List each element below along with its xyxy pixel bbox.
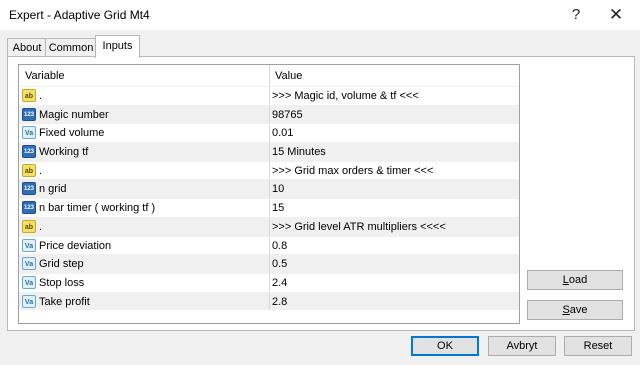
double-param-icon: Va — [22, 294, 36, 308]
table-row[interactable]: Va Price deviation 0.8 — [19, 235, 519, 255]
variable-cell: Magic number — [39, 108, 109, 121]
integer-param-icon: 123 — [22, 201, 36, 215]
header-value[interactable]: Value — [275, 70, 302, 82]
inputs-grid: Variable Value ab. >>> Magic id, volume &… — [18, 64, 520, 324]
save-label: ave — [569, 304, 588, 316]
text-param-icon: ab — [22, 219, 36, 233]
value-cell[interactable]: 0.01 — [272, 127, 293, 139]
column-divider — [269, 217, 270, 236]
value-cell[interactable]: 2.8 — [272, 296, 287, 308]
variable-cell: Take profit — [39, 295, 90, 308]
integer-param-icon: 123 — [22, 182, 36, 196]
column-divider — [269, 143, 270, 161]
column-divider[interactable] — [269, 65, 270, 86]
variable-cell: . — [39, 164, 43, 177]
table-row[interactable]: 123 n bar timer ( working tf ) 15 — [19, 198, 519, 217]
variable-cell: n bar timer ( working tf ) — [39, 202, 156, 215]
table-row[interactable]: Va Stop loss 2.4 — [19, 272, 519, 292]
double-param-icon: Va — [22, 238, 36, 252]
value-cell[interactable]: >>> Magic id, volume & tf <<< — [272, 90, 419, 102]
table-row[interactable]: Va Take profit 2.8 — [19, 291, 519, 311]
double-param-icon: Va — [22, 275, 36, 289]
value-cell[interactable]: >>> Grid level ATR multipliers <<<< — [272, 221, 446, 233]
value-cell[interactable]: 15 — [272, 202, 284, 214]
column-divider — [269, 292, 270, 311]
table-row[interactable]: Va Fixed volume 0.01 — [19, 123, 519, 143]
window-title: Expert - Adaptive Grid Mt4 — [9, 8, 150, 22]
title-bar: Expert - Adaptive Grid Mt4 ? ✕ — [0, 0, 640, 30]
text-param-icon: ab — [22, 89, 36, 102]
column-divider — [269, 236, 270, 255]
table-row[interactable]: ab. >>> Grid max orders & timer <<< — [19, 160, 519, 180]
value-cell[interactable]: 15 Minutes — [272, 146, 326, 158]
integer-param-icon: 123 — [22, 145, 36, 159]
variable-cell: Working tf — [39, 146, 89, 159]
column-divider — [269, 161, 270, 180]
reset-button[interactable]: Reset — [564, 336, 632, 356]
header-variable[interactable]: Variable — [25, 70, 65, 82]
variable-cell: Stop loss — [39, 276, 85, 289]
double-param-icon: Va — [22, 126, 36, 140]
value-cell[interactable]: 98765 — [272, 109, 303, 121]
variable-cell: . — [39, 90, 43, 102]
table-row[interactable]: 123 n grid 10 — [19, 179, 519, 199]
value-cell[interactable]: >>> Grid max orders & timer <<< — [272, 165, 433, 177]
save-mnemonic: S — [562, 304, 570, 316]
value-cell[interactable]: 10 — [272, 183, 284, 195]
help-button[interactable]: ? — [556, 0, 596, 30]
column-divider — [269, 180, 270, 199]
load-button[interactable]: Load — [527, 270, 623, 290]
grid-header: Variable Value — [19, 65, 519, 86]
tab-about[interactable]: About — [7, 38, 47, 58]
variable-cell: n grid — [39, 183, 67, 196]
save-button[interactable]: Save — [527, 300, 623, 320]
text-param-icon: ab — [22, 163, 36, 177]
grid-rows: ab. >>> Magic id, volume & tf <<< 123 Magic… — [19, 86, 519, 311]
ok-button[interactable]: OK — [411, 336, 479, 356]
column-divider — [269, 87, 270, 105]
table-row[interactable]: Va Grid step 0.5 — [19, 254, 519, 273]
variable-cell: Price deviation — [39, 239, 112, 252]
table-row[interactable]: ab. >>> Grid level ATR multipliers <<<< — [19, 216, 519, 236]
column-divider — [269, 124, 270, 143]
variable-cell: Grid step — [39, 258, 84, 271]
load-label: oad — [568, 274, 588, 286]
close-button[interactable]: ✕ — [596, 0, 636, 30]
variable-cell: . — [39, 220, 43, 233]
double-param-icon: Va — [22, 257, 36, 271]
cancel-button[interactable]: Avbryt — [488, 336, 556, 356]
table-row[interactable]: ab. >>> Magic id, volume & tf <<< — [19, 86, 519, 105]
value-cell[interactable]: 0.5 — [272, 258, 287, 270]
tab-common[interactable]: Common — [45, 38, 97, 58]
tab-inputs[interactable]: Inputs — [95, 35, 140, 58]
column-divider — [269, 105, 270, 124]
value-cell[interactable]: 2.4 — [272, 277, 287, 289]
variable-cell: Fixed volume — [39, 127, 105, 140]
table-row[interactable]: 123 Working tf 15 Minutes — [19, 142, 519, 161]
column-divider — [269, 199, 270, 217]
integer-param-icon: 123 — [22, 107, 36, 121]
value-cell[interactable]: 0.8 — [272, 240, 287, 252]
column-divider — [269, 255, 270, 273]
column-divider — [269, 273, 270, 292]
table-row[interactable]: 123 Magic number 98765 — [19, 104, 519, 124]
